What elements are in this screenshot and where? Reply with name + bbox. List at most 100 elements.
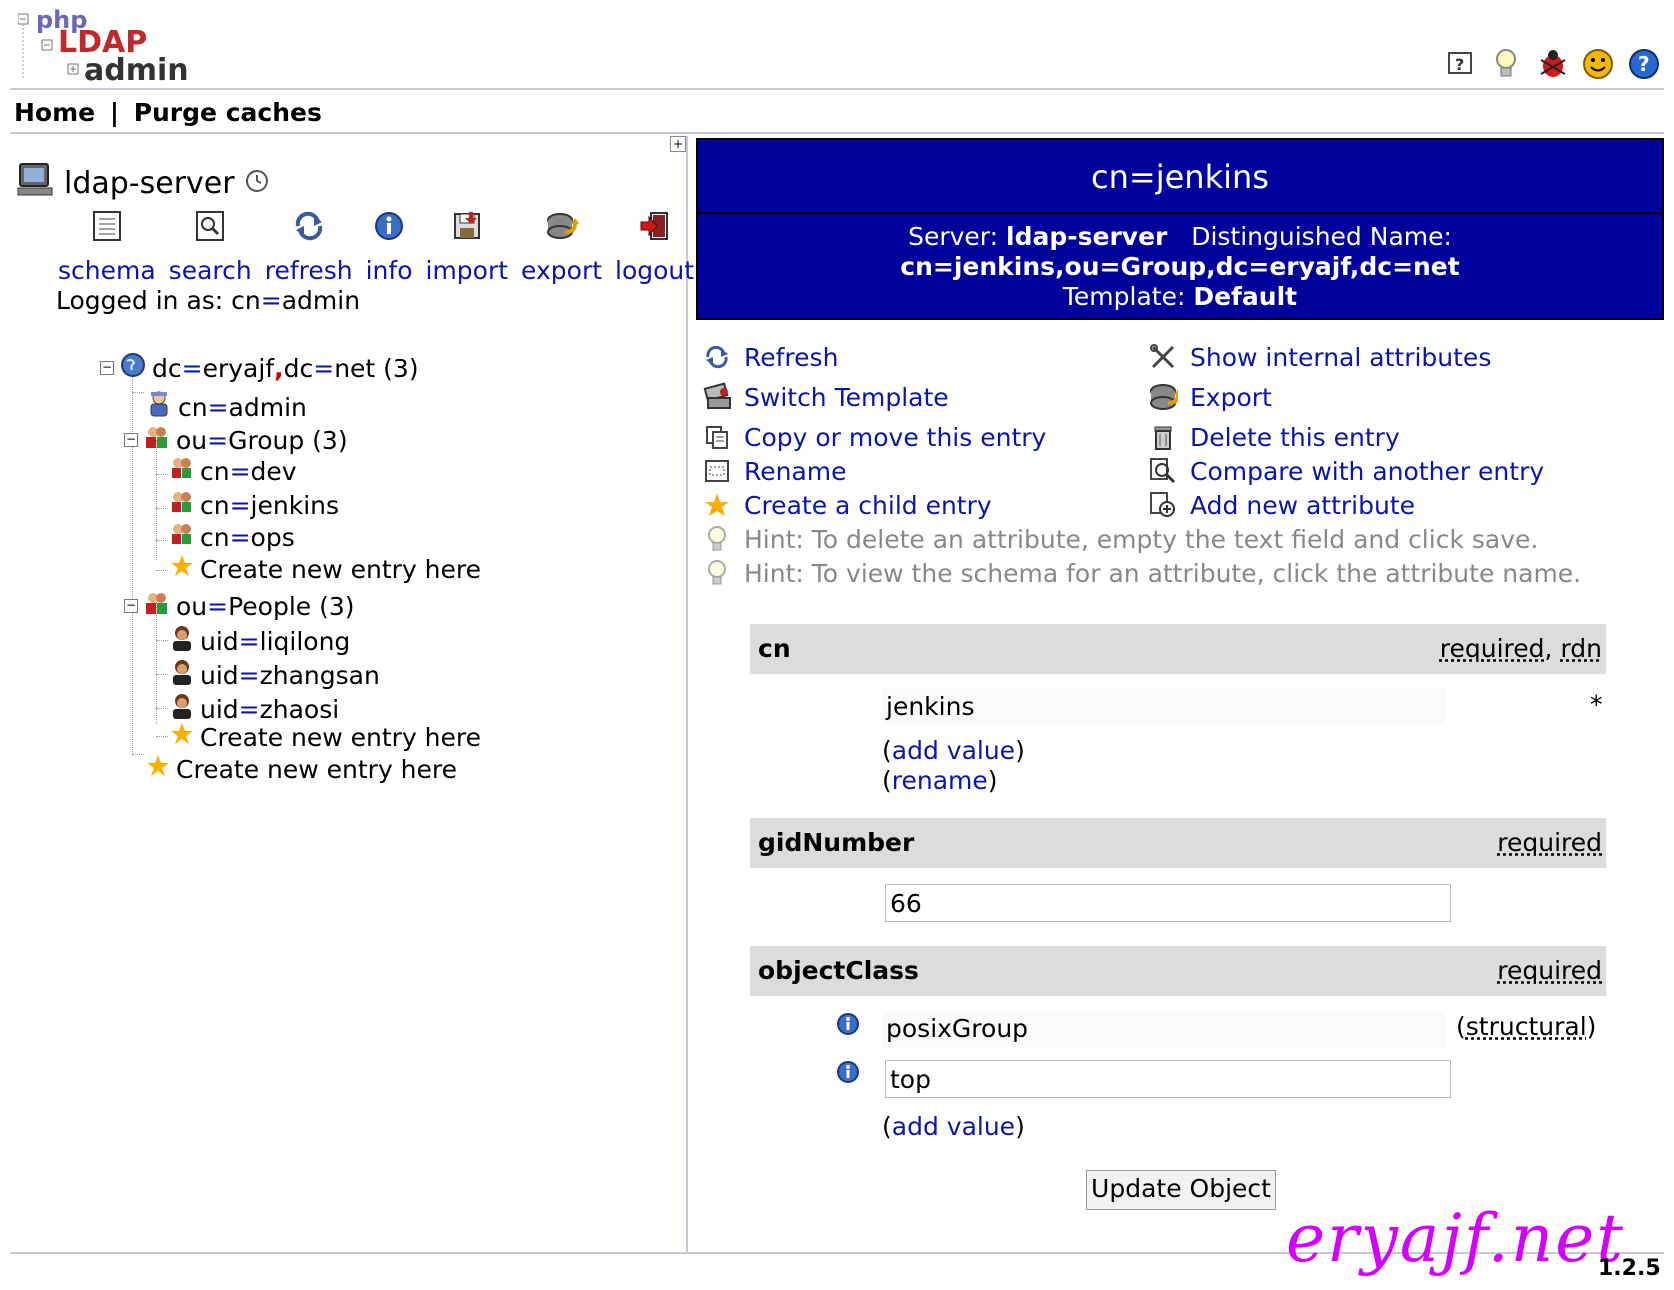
lightbulb-icon[interactable] xyxy=(1490,48,1522,80)
tree-node-ops[interactable]: cn=ops xyxy=(170,522,295,552)
tree-node-dev[interactable]: cn=dev xyxy=(170,456,297,486)
create-child-action[interactable]: Create a child entry xyxy=(702,490,992,520)
version-label: 1.2.5 xyxy=(1598,1256,1661,1281)
hint-delete-text: Hint: To delete an attribute, empty the … xyxy=(744,524,1539,554)
liqilong-label: uid=liqilong xyxy=(200,626,351,656)
server-icon xyxy=(16,160,54,206)
export-button[interactable]: export xyxy=(521,208,602,285)
tree-node-people[interactable]: − ou=People (3) xyxy=(124,590,355,622)
server-actions: schema search refresh info import export… xyxy=(58,208,707,285)
attribute-name-gidnumber[interactable]: gidNumber xyxy=(758,828,914,857)
entry-info: Server: ldap-server Distinguished Name: … xyxy=(698,222,1662,312)
refresh-link[interactable]: Refresh xyxy=(744,343,838,372)
objectclass-add-value: (add value) xyxy=(882,1112,1025,1141)
refresh-button[interactable]: refresh xyxy=(265,208,353,285)
import-icon xyxy=(449,208,485,244)
switch-template-link[interactable]: Switch Template xyxy=(744,383,949,412)
add-value-link[interactable]: add value xyxy=(892,1112,1015,1141)
star-icon xyxy=(146,754,170,784)
entry-title: cn=jenkins xyxy=(1091,158,1269,196)
export-link[interactable]: Export xyxy=(1190,383,1272,412)
copy-move-action[interactable]: Copy or move this entry xyxy=(702,422,1046,452)
logged-in-user-attr: cn xyxy=(231,286,261,315)
delete-action[interactable]: Delete this entry xyxy=(1148,422,1400,452)
menu-separator: | xyxy=(109,98,119,127)
info-icon[interactable] xyxy=(836,1012,860,1040)
search-icon xyxy=(192,208,228,244)
show-internal-link[interactable]: Show internal attributes xyxy=(1190,343,1491,372)
compare-action[interactable]: Compare with another entry xyxy=(1148,456,1544,486)
tree-root-node[interactable]: − dc=eryajf,dc=net (3) xyxy=(100,352,419,384)
smiley-icon[interactable] xyxy=(1582,48,1614,80)
rename-action[interactable]: Rename xyxy=(702,456,847,486)
purge-caches-link[interactable]: Purge caches xyxy=(134,98,322,127)
expand-tree-button[interactable]: + xyxy=(670,136,686,152)
logout-button[interactable]: logout xyxy=(615,208,694,285)
rename-value-link[interactable]: rename xyxy=(892,766,988,795)
tree-create-entry-group[interactable]: Create new entry here xyxy=(170,554,481,584)
cn-value: jenkins xyxy=(882,688,1446,726)
tree-node-jenkins[interactable]: cn=jenkins xyxy=(170,490,339,520)
refresh-action[interactable]: Refresh xyxy=(702,342,838,372)
attribute-flag-required: required xyxy=(1497,828,1602,857)
compare-link[interactable]: Compare with another entry xyxy=(1190,457,1544,486)
cn-rename: (rename) xyxy=(882,766,998,795)
user-icon xyxy=(170,658,194,692)
tree-node-zhangsan[interactable]: uid=zhangsan xyxy=(170,658,380,692)
show-internal-action[interactable]: Show internal attributes xyxy=(1148,342,1491,372)
refresh-icon xyxy=(702,342,732,372)
star-icon xyxy=(170,722,194,752)
export-action[interactable]: Export xyxy=(1148,382,1272,412)
delete-link[interactable]: Delete this entry xyxy=(1190,423,1400,452)
tree-create-entry-people[interactable]: Create new entry here xyxy=(170,722,481,752)
server-name[interactable]: ldap-server xyxy=(64,166,235,201)
attribute-name-cn[interactable]: cn xyxy=(758,634,791,663)
logged-in-eq: = xyxy=(260,286,282,315)
import-button[interactable]: import xyxy=(426,208,508,285)
info-button[interactable]: info xyxy=(366,208,413,285)
top-menu: Home | Purge caches xyxy=(14,98,322,127)
tree-node-group[interactable]: − ou=Group (3) xyxy=(124,424,348,456)
tree-create-entry-root[interactable]: Create new entry here xyxy=(146,754,457,784)
add-attribute-link[interactable]: Add new attribute xyxy=(1190,491,1415,520)
info-icon[interactable] xyxy=(836,1060,860,1088)
refresh-label: refresh xyxy=(264,256,353,285)
group-icon xyxy=(170,490,194,520)
rename-link[interactable]: Rename xyxy=(744,457,847,486)
create-child-link[interactable]: Create a child entry xyxy=(744,491,992,520)
home-link[interactable]: Home xyxy=(14,98,95,127)
template-label: Template: xyxy=(1062,282,1186,311)
switch-template-action[interactable]: Switch Template xyxy=(702,382,949,412)
schema-icon xyxy=(89,208,125,244)
tree-node-liqilong[interactable]: uid=liqilong xyxy=(170,624,350,658)
globe-icon xyxy=(120,352,146,384)
phpldapadmin-logo[interactable]: php LDAP admin xyxy=(17,6,189,88)
copy-move-link[interactable]: Copy or move this entry xyxy=(744,423,1046,452)
zhangsan-label: uid=zhangsan xyxy=(200,660,380,690)
attribute-flag-required: required xyxy=(1497,956,1602,985)
compare-icon xyxy=(1148,456,1178,486)
group-icon xyxy=(170,456,194,486)
attribute-header-cn: cn required, rdn xyxy=(750,624,1606,674)
collapse-toggle[interactable]: − xyxy=(100,361,114,375)
logo-admin: admin xyxy=(84,53,188,86)
user-admin-icon xyxy=(146,390,172,424)
collapse-toggle[interactable]: − xyxy=(124,433,138,447)
add-value-link[interactable]: add value xyxy=(892,736,1015,765)
attribute-name-objectclass[interactable]: objectClass xyxy=(758,956,919,985)
update-object-button[interactable]: Update Object xyxy=(1086,1170,1276,1210)
support-icon[interactable]: ? xyxy=(1628,48,1660,80)
search-button[interactable]: search xyxy=(169,208,252,285)
tree-node-admin[interactable]: cn=admin xyxy=(146,390,307,424)
bug-icon[interactable] xyxy=(1536,48,1568,80)
add-attribute-action[interactable]: Add new attribute xyxy=(1148,490,1415,520)
gidnumber-input[interactable]: 66 xyxy=(885,884,1451,922)
group-label: ou=Group (3) xyxy=(176,425,348,455)
zhaosi-label: uid=zhaosi xyxy=(200,694,340,724)
collapse-toggle[interactable]: − xyxy=(124,599,138,613)
help-icon[interactable]: ? xyxy=(1444,48,1476,80)
tree-node-zhaosi[interactable]: uid=zhaosi xyxy=(170,692,339,726)
objectclass-input-top[interactable]: top xyxy=(885,1060,1451,1098)
schema-button[interactable]: schema xyxy=(58,208,156,285)
server-value: ldap-server xyxy=(1006,222,1168,251)
